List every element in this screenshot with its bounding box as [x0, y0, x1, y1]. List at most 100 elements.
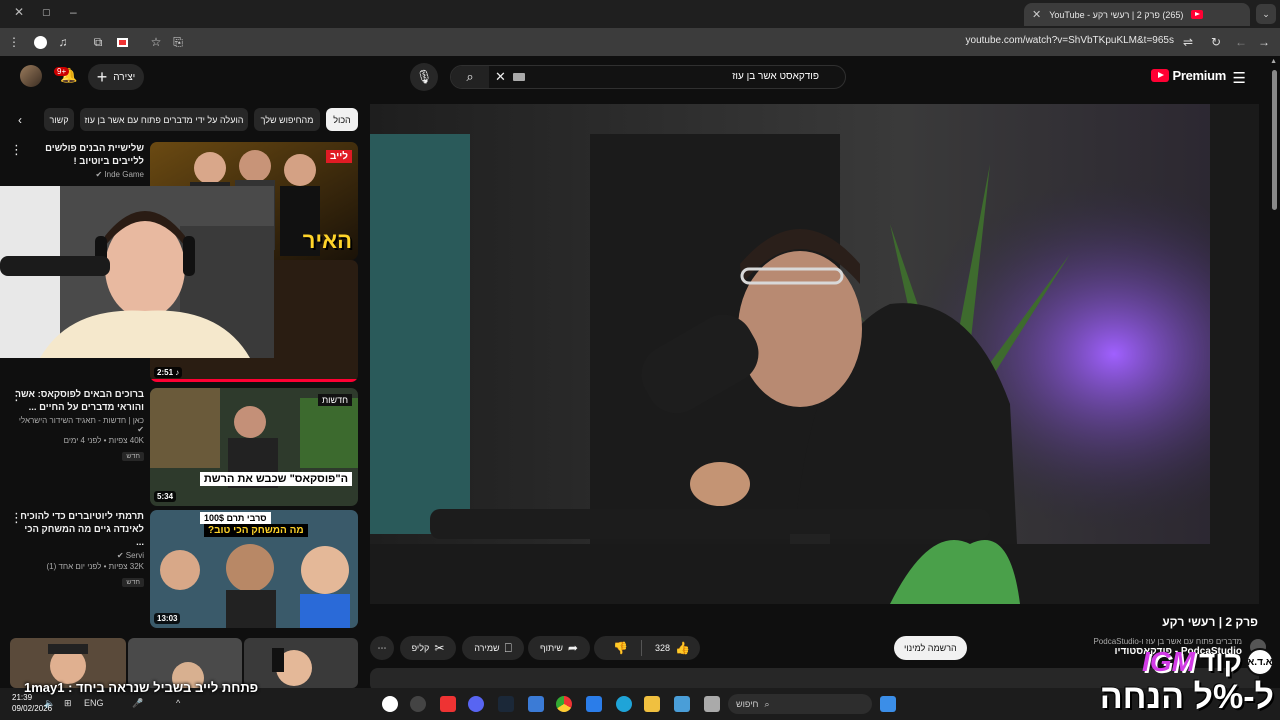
youtube-premium-logo[interactable]: Premium — [1151, 68, 1226, 83]
windows-start-icon[interactable] — [880, 696, 896, 712]
like-icon[interactable]: 👍 — [675, 641, 690, 655]
close-window-icon[interactable]: ✕ — [14, 5, 24, 19]
extension-red-icon[interactable] — [114, 34, 130, 50]
bookmark-icon: ⎕ — [504, 640, 512, 655]
clip-label: קליפ — [411, 643, 430, 653]
save-button[interactable]: ⎕ שמירה — [462, 636, 524, 660]
create-button[interactable]: יצירה + — [88, 64, 144, 90]
profile-icon[interactable] — [32, 34, 48, 50]
minimize-icon[interactable]: – — [70, 5, 77, 19]
watch-progress-bar — [150, 379, 358, 382]
video-title[interactable]: תרמתי ליוטיוברים כדי להוכיח לאינדה גיים … — [14, 510, 144, 549]
maximize-icon[interactable]: ▢ — [42, 7, 51, 18]
hamburger-menu-icon[interactable]: ☰ — [1233, 69, 1246, 87]
network-icon[interactable]: ⊞ — [64, 698, 72, 709]
input-language[interactable]: ENG — [84, 698, 104, 708]
video-title[interactable]: שלישיית הבנים פולשים ללייבים ביוטיוב ! — [14, 142, 144, 168]
app-red-icon[interactable] — [440, 696, 456, 712]
photos-icon[interactable] — [528, 696, 544, 712]
thumbnail-text: האיר — [302, 228, 352, 253]
reload-icon[interactable]: ↻ — [1208, 34, 1224, 50]
video-thumbnail[interactable]: חדשות ה"פוסקאס" שכבש את הרשת 5:34 — [150, 388, 358, 506]
edge-icon[interactable] — [616, 696, 632, 712]
stream-overlay-text: פתחת לייב בשביל שנראה ביחד : 1may1 — [24, 680, 259, 695]
taskbar-search[interactable]: ⌕ חיפוש — [728, 694, 872, 714]
forward-icon[interactable]: ← — [1233, 34, 1249, 50]
chip-all[interactable]: הכול — [326, 108, 358, 131]
promo-line-1: א.ד.א קוד IGM — [1142, 646, 1274, 678]
page-scrollbar[interactable]: ▲ — [1268, 56, 1280, 688]
tab-list-chevron-icon[interactable]: ⌄ — [1256, 4, 1276, 24]
promo-code-word: קוד — [1198, 646, 1242, 677]
voice-search-mic-icon[interactable]: 🎙 — [410, 63, 438, 91]
chip-uploaded-by[interactable]: הועלה על ידי מדברים פתוח עם אשר בן עוז — [80, 108, 248, 131]
list-item[interactable]: ברוכים הבאים לפוסקאס: אשר והוראי מדברים … — [0, 388, 366, 506]
search-icon[interactable]: ⌕ — [451, 66, 489, 88]
browser-tab[interactable]: (265) פרק 2 | רעשי רקע - YouTube ✕ — [1024, 3, 1250, 26]
thumbnail-text: ה"פוסקאס" שכבש את הרשת — [199, 472, 352, 486]
thumbnail-label: חדשות — [317, 394, 352, 406]
browser-tab-bar: ✕ ▢ – + (265) פרק 2 | רעשי רקע - YouTube… — [0, 0, 1280, 28]
app-icon[interactable] — [410, 696, 426, 712]
subscribe-button[interactable]: הרשמה למינוי — [894, 636, 967, 660]
taskbar-clock[interactable]: 21:39 09/02/2026 — [12, 692, 52, 714]
clip-button[interactable]: ✂ קליפ — [400, 636, 456, 660]
video-title[interactable]: ברוכים הבאים לפוסקאס: אשר והוראי מדברים … — [14, 388, 144, 414]
site-settings-icon[interactable]: ⇌ — [1180, 34, 1196, 50]
account-avatar[interactable] — [20, 65, 42, 87]
install-app-icon[interactable]: ⎘ — [170, 34, 186, 50]
menu-dots-icon[interactable]: ⋮ — [6, 34, 22, 50]
video-player[interactable] — [370, 104, 1259, 604]
more-options-icon[interactable]: ⋮ — [10, 142, 23, 158]
channel-name: כאן | חדשות - תאגיד השידור הישראלי ✔ — [18, 416, 144, 434]
more-options-icon[interactable]: ⋮ — [10, 388, 23, 404]
tray-expand-chevron-icon[interactable]: ^ — [176, 698, 180, 708]
chips-next-chevron-icon[interactable]: ‹ — [18, 113, 22, 127]
channel-name: Inde Game ✔ — [95, 170, 144, 179]
scroll-thumb[interactable] — [1272, 70, 1277, 210]
chrome-icon[interactable] — [556, 696, 572, 712]
keyboard-icon[interactable] — [513, 73, 525, 81]
video-thumbnail[interactable] — [244, 638, 358, 688]
save-label: שמירה — [474, 643, 500, 653]
extensions-icon[interactable]: ⧉ — [90, 34, 106, 50]
steam-icon[interactable] — [498, 696, 514, 712]
related-chips: ‹ קשור הועלה על ידי מדברים פתוח עם אשר ב… — [0, 104, 366, 134]
video-thumbnail[interactable]: סרבי תרם 100$ מה המשחק הכי טוב? 13:03 — [150, 510, 358, 628]
clear-search-icon[interactable]: ✕ — [495, 69, 506, 85]
obs-icon[interactable] — [382, 696, 398, 712]
more-actions-icon[interactable]: ⋯ — [370, 636, 394, 660]
share-icon: ➦ — [567, 641, 578, 655]
more-options-icon[interactable]: ⋮ — [10, 510, 23, 526]
app-icon-3[interactable] — [704, 696, 720, 712]
promo-logo: א.ד.א — [1246, 648, 1274, 676]
back-icon[interactable]: → — [1256, 34, 1272, 50]
scroll-up-icon[interactable]: ▲ — [1270, 58, 1277, 65]
search-input[interactable]: פודקאסט אשר בן עוז — [732, 71, 819, 82]
url-field[interactable]: youtube.com/watch?v=ShVbTKpuKLM&t=965s — [966, 35, 1174, 46]
streamer-webcam — [0, 186, 274, 358]
share-label: שיתוף — [540, 643, 563, 653]
list-item[interactable]: תרמתי ליוטיוברים כדי להוכיח לאינדה גיים … — [0, 510, 366, 628]
mic-tray-icon[interactable]: 🎤 — [132, 698, 143, 709]
tab-title: (265) פרק 2 | רעשי רקע - YouTube — [1049, 9, 1184, 20]
bookmark-star-icon[interactable]: ☆ — [148, 34, 164, 50]
app-icon-2[interactable] — [674, 696, 690, 712]
youtube-header: 🔔 9+ יצירה + 🎙 ⌕ ✕ פודקאסט אשר בן עוז Pr… — [0, 56, 1268, 98]
dislike-icon[interactable]: 👎 — [613, 641, 628, 655]
video-stats: 32K צפיות • לפני יום אחד (1) — [46, 562, 144, 571]
logo-text: Premium — [1172, 68, 1226, 83]
webcam-image — [0, 186, 274, 358]
share-button[interactable]: ➦ שיתוף — [528, 636, 590, 660]
tab-close-icon[interactable]: ✕ — [1032, 8, 1041, 21]
channel-name: Servi ✔ — [116, 551, 144, 560]
thumbnail-label: סרבי תרם 100$ — [200, 512, 271, 524]
chip-from-search[interactable]: מהחיפוש שלך — [254, 108, 320, 131]
media-icon[interactable]: ♫ — [55, 34, 71, 50]
chip-related[interactable]: קשור — [44, 108, 74, 131]
create-label: יצירה — [113, 71, 136, 83]
discord-icon[interactable] — [468, 696, 484, 712]
store-icon[interactable] — [586, 696, 602, 712]
clock-date: 09/02/2026 — [12, 704, 53, 713]
file-explorer-icon[interactable] — [644, 696, 660, 712]
